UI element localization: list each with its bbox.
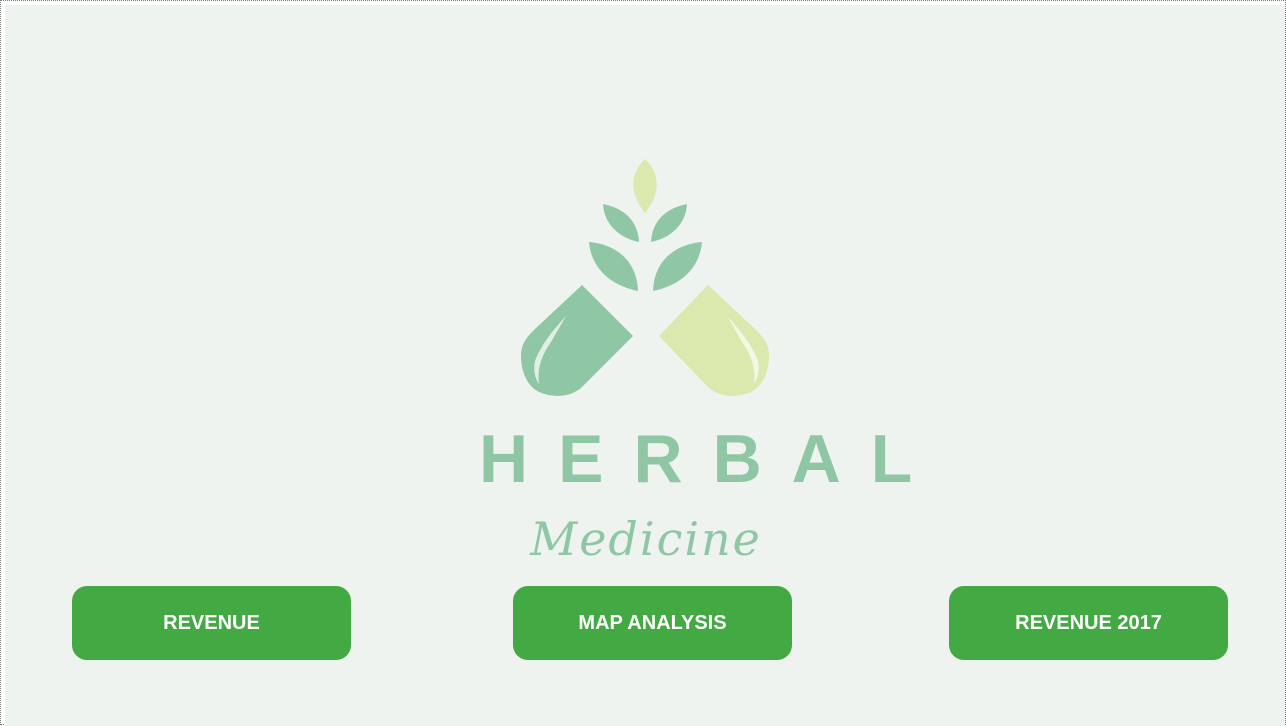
herbal-capsule-leaves-icon [521, 159, 769, 396]
leaf-low-left [589, 242, 638, 291]
leaf-low-right [653, 242, 702, 291]
revenue-button[interactable]: REVENUE [72, 586, 351, 660]
leaf-mid-right [651, 204, 687, 242]
brand-word: HERBAL [479, 421, 943, 497]
revenue-2017-button[interactable]: REVENUE 2017 [949, 586, 1228, 660]
brand-subtitle: Medicine [530, 512, 762, 566]
map-analysis-button[interactable]: MAP ANALYSIS [513, 586, 792, 660]
leaf-mid-left [603, 204, 639, 242]
capsule-right [659, 285, 769, 396]
report-canvas: HERBAL Medicine REVENUE MAP ANALYSIS REV… [0, 0, 1286, 726]
top-leaf [633, 159, 657, 213]
